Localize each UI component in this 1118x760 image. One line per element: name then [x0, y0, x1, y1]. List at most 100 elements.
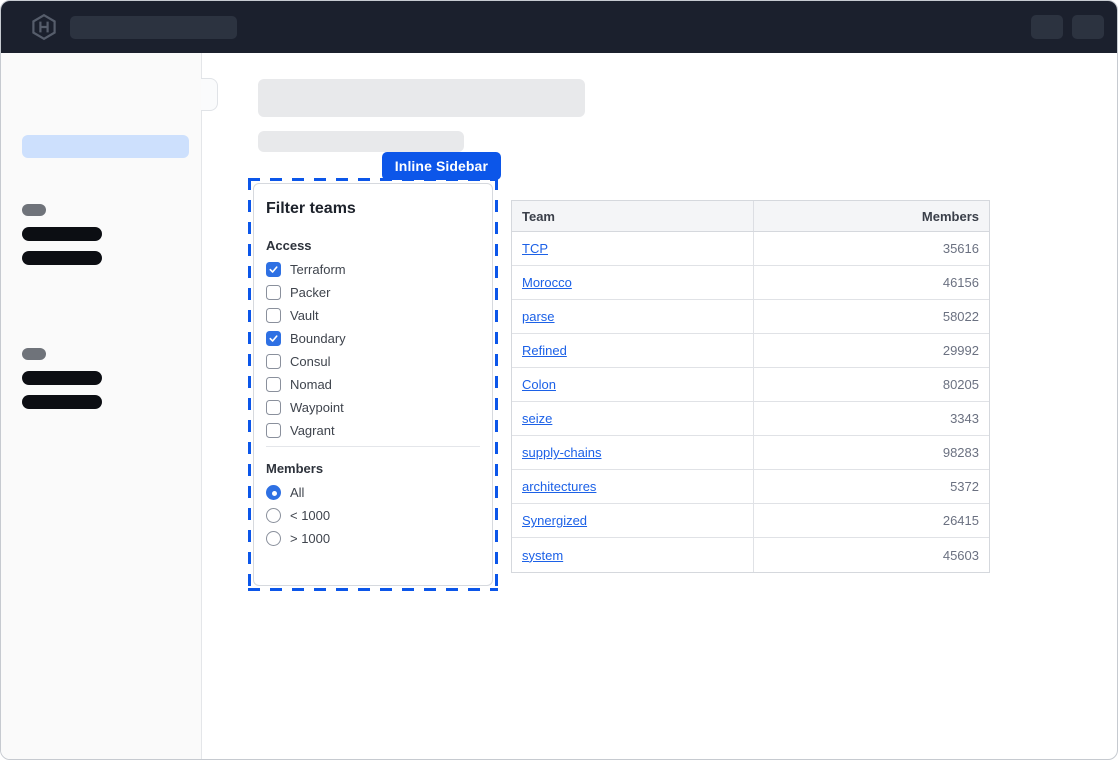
team-link[interactable]: Refined: [522, 343, 567, 358]
team-link[interactable]: supply-chains: [522, 445, 602, 460]
team-link[interactable]: seize: [522, 411, 552, 426]
column-header-members: Members: [754, 201, 989, 231]
table-row: seize 3343: [512, 402, 989, 436]
checkbox-unchecked-icon[interactable]: [266, 285, 281, 300]
top-navbar: [1, 1, 1117, 53]
members-value: 29992: [754, 334, 989, 367]
table-row: Morocco 46156: [512, 266, 989, 300]
checkbox-option-vault[interactable]: Vault: [266, 308, 480, 323]
filter-panel-title: Filter teams: [266, 200, 480, 218]
app-window: Inline Sidebar Filter teams Access Terra…: [0, 0, 1118, 760]
radio-label: > 1000: [290, 531, 330, 546]
team-cell: seize: [512, 402, 754, 435]
sidebar-item-skeleton-1: [22, 227, 102, 241]
radio-option-1000[interactable]: > 1000: [266, 531, 480, 546]
team-link[interactable]: Morocco: [522, 275, 572, 290]
radio-label: < 1000: [290, 508, 330, 523]
sidebar-active-item-skeleton: [22, 135, 189, 158]
nav-button-skeleton-1: [1031, 15, 1063, 39]
sidebar-item-skeleton-3: [22, 371, 102, 385]
members-value: 98283: [754, 436, 989, 469]
members-section-label: Members: [266, 461, 480, 476]
hashicorp-logo-icon: [31, 13, 57, 41]
checkbox-option-vagrant[interactable]: Vagrant: [266, 423, 480, 438]
table-row: parse58022: [512, 300, 989, 334]
checkbox-label: Vault: [290, 308, 319, 323]
checkbox-label: Consul: [290, 354, 330, 369]
page-subtitle-skeleton: [258, 131, 464, 152]
team-link[interactable]: system: [522, 548, 563, 563]
checkbox-option-packer[interactable]: Packer: [266, 285, 480, 300]
checkbox-option-boundary[interactable]: Boundary: [266, 331, 480, 346]
members-options: All < 1000 > 1000: [266, 485, 480, 546]
team-cell: Colon: [512, 368, 754, 401]
checkbox-label: Vagrant: [290, 423, 335, 438]
table-row: Colon 80205: [512, 368, 989, 402]
sidebar-item-skeleton-2: [22, 251, 102, 265]
radio-unselected-icon[interactable]: [266, 531, 281, 546]
inline-sidebar-demo-region: Inline Sidebar Filter teams Access Terra…: [248, 178, 498, 591]
nav-search-skeleton: [70, 16, 237, 39]
members-value: 35616: [754, 232, 989, 265]
checkbox-checked-icon[interactable]: [266, 331, 281, 346]
checkbox-label: Packer: [290, 285, 330, 300]
members-value: 80205: [754, 368, 989, 401]
access-section-label: Access: [266, 238, 480, 253]
column-header-team: Team: [512, 201, 754, 231]
teams-table: Team Members TCP 35616 Morocco 46156parse58…: [511, 200, 990, 573]
team-link[interactable]: parse: [522, 309, 555, 324]
checkbox-unchecked-icon[interactable]: [266, 377, 281, 392]
app-sidebar: [1, 53, 202, 760]
nav-button-skeleton-2: [1072, 15, 1104, 39]
table-row: supply-chains 98283: [512, 436, 989, 470]
checkbox-unchecked-icon[interactable]: [266, 400, 281, 415]
radio-option-1000[interactable]: < 1000: [266, 508, 480, 523]
team-link[interactable]: TCP: [522, 241, 548, 256]
checkbox-unchecked-icon[interactable]: [266, 423, 281, 438]
radio-option-all[interactable]: All: [266, 485, 480, 500]
checkbox-unchecked-icon[interactable]: [266, 354, 281, 369]
members-value: 46156: [754, 266, 989, 299]
sidebar-toggle-handle[interactable]: [201, 78, 218, 111]
checkbox-label: Nomad: [290, 377, 332, 392]
sidebar-section-skeleton-1: [22, 204, 46, 216]
checkbox-unchecked-icon[interactable]: [266, 308, 281, 323]
radio-selected-icon[interactable]: [266, 485, 281, 500]
team-cell: Synergized: [512, 504, 754, 537]
team-cell: supply-chains: [512, 436, 754, 469]
team-cell: Refined: [512, 334, 754, 367]
component-badge: Inline Sidebar: [382, 152, 501, 180]
checkbox-label: Terraform: [290, 262, 346, 277]
members-value: 26415: [754, 504, 989, 537]
team-link[interactable]: Synergized: [522, 513, 587, 528]
table-header: Team Members: [512, 201, 989, 232]
table-body: TCP 35616 Morocco 46156parse58022 Refined 299…: [512, 232, 989, 572]
team-cell: Morocco: [512, 266, 754, 299]
team-cell: parse: [512, 300, 754, 333]
team-cell: system: [512, 538, 754, 572]
checkbox-option-consul[interactable]: Consul: [266, 354, 480, 369]
checkbox-option-terraform[interactable]: Terraform: [266, 262, 480, 277]
members-value: 5372: [754, 470, 989, 503]
team-link[interactable]: architectures: [522, 479, 596, 494]
checkbox-option-waypoint[interactable]: Waypoint: [266, 400, 480, 415]
team-cell: architectures: [512, 470, 754, 503]
sidebar-item-skeleton-4: [22, 395, 102, 409]
table-row: TCP 35616: [512, 232, 989, 266]
sidebar-section-skeleton-2: [22, 348, 46, 360]
checkbox-checked-icon[interactable]: [266, 262, 281, 277]
radio-label: All: [290, 485, 304, 500]
members-value: 3343: [754, 402, 989, 435]
team-link[interactable]: Colon: [522, 377, 556, 392]
checkbox-option-nomad[interactable]: Nomad: [266, 377, 480, 392]
team-cell: TCP: [512, 232, 754, 265]
filter-panel: Filter teams Access Terraform Packer Vault…: [253, 183, 493, 586]
page-title-skeleton: [258, 79, 585, 117]
access-options: Terraform Packer Vault Boundary Consul Nomad W…: [266, 262, 480, 438]
table-row: Synergized 26415: [512, 504, 989, 538]
checkbox-label: Boundary: [290, 331, 346, 346]
radio-unselected-icon[interactable]: [266, 508, 281, 523]
table-row: architectures 5372: [512, 470, 989, 504]
filter-divider: [266, 446, 480, 447]
table-row: system45603: [512, 538, 989, 572]
